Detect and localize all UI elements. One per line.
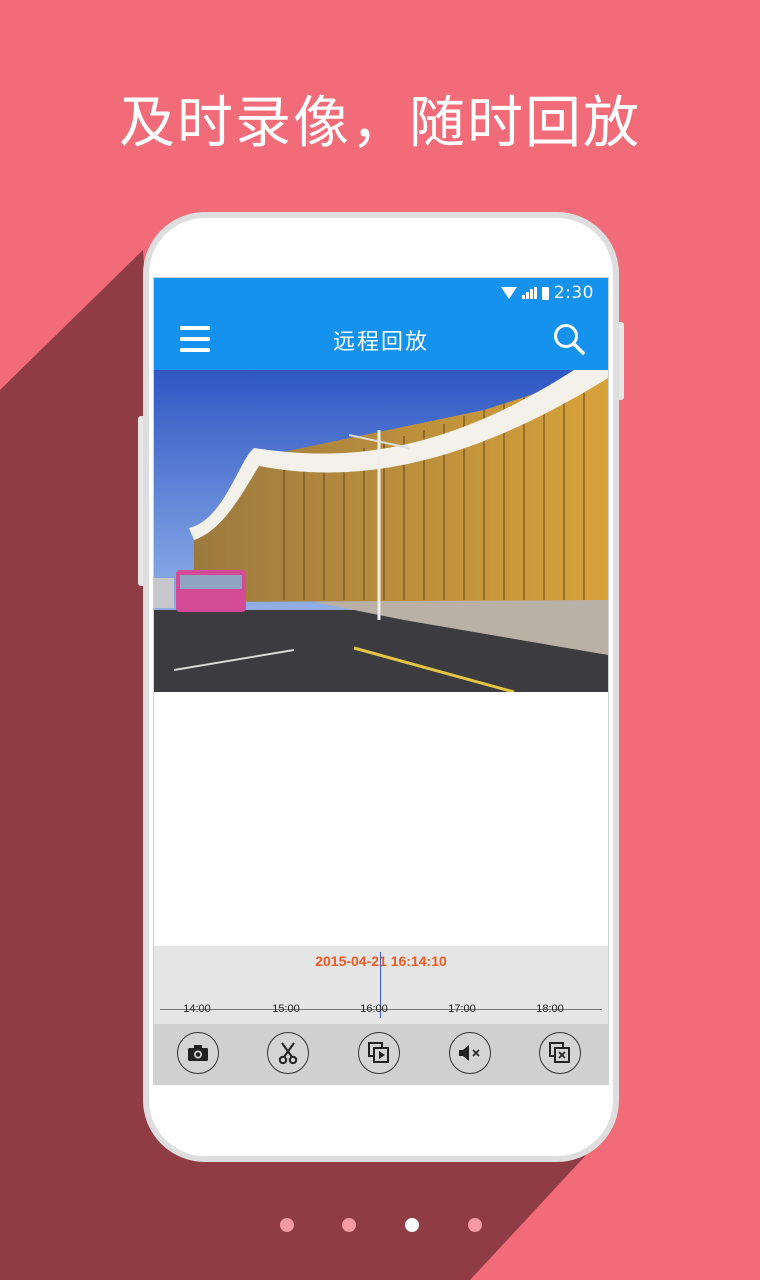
phone-screen: 2:30 远程回放 2015-04-21 16:14:10 14:00 15:0… bbox=[154, 278, 608, 1084]
current-time: 2015-04-21 16:14:10 bbox=[315, 953, 447, 969]
app-bar: 远程回放 bbox=[154, 308, 608, 370]
page-dot[interactable] bbox=[342, 1218, 356, 1232]
status-bar: 2:30 bbox=[154, 278, 608, 308]
headline: 及时录像，随时回放 bbox=[119, 91, 641, 156]
timeline-tick: 15:00 bbox=[272, 1003, 300, 1015]
timeline-tick: 18:00 bbox=[536, 1003, 564, 1015]
playback-timeline[interactable]: 2015-04-21 16:14:10 14:00 15:00 16:00 17… bbox=[154, 946, 608, 1024]
page-dot[interactable] bbox=[280, 1218, 294, 1232]
camera-icon bbox=[188, 1045, 208, 1061]
scissors-icon bbox=[278, 1042, 298, 1065]
close-playback-button[interactable] bbox=[539, 1032, 581, 1074]
timeline-tick: 14:00 bbox=[183, 1003, 211, 1015]
playback-button[interactable] bbox=[358, 1032, 400, 1074]
playback-icon bbox=[368, 1042, 389, 1063]
clip-button[interactable] bbox=[267, 1032, 309, 1074]
playback-toolbar bbox=[154, 1024, 608, 1084]
page-dot-active[interactable] bbox=[405, 1218, 419, 1232]
snapshot-button[interactable] bbox=[177, 1032, 219, 1074]
mute-icon bbox=[459, 1045, 480, 1061]
timeline-tick: 17:00 bbox=[448, 1003, 476, 1015]
video-frame[interactable] bbox=[154, 370, 608, 692]
page-indicator bbox=[0, 1218, 760, 1232]
close-window-icon bbox=[549, 1042, 570, 1063]
timeline-tick: 16:00 bbox=[360, 1003, 388, 1015]
signal-icon bbox=[521, 287, 537, 299]
status-time: 2:30 bbox=[553, 283, 594, 303]
search-icon[interactable] bbox=[552, 322, 586, 356]
page-title: 远程回放 bbox=[332, 330, 429, 355]
wifi-icon bbox=[500, 287, 517, 299]
battery-icon bbox=[541, 286, 549, 300]
mute-button[interactable] bbox=[449, 1032, 491, 1074]
page-dot[interactable] bbox=[468, 1218, 482, 1232]
